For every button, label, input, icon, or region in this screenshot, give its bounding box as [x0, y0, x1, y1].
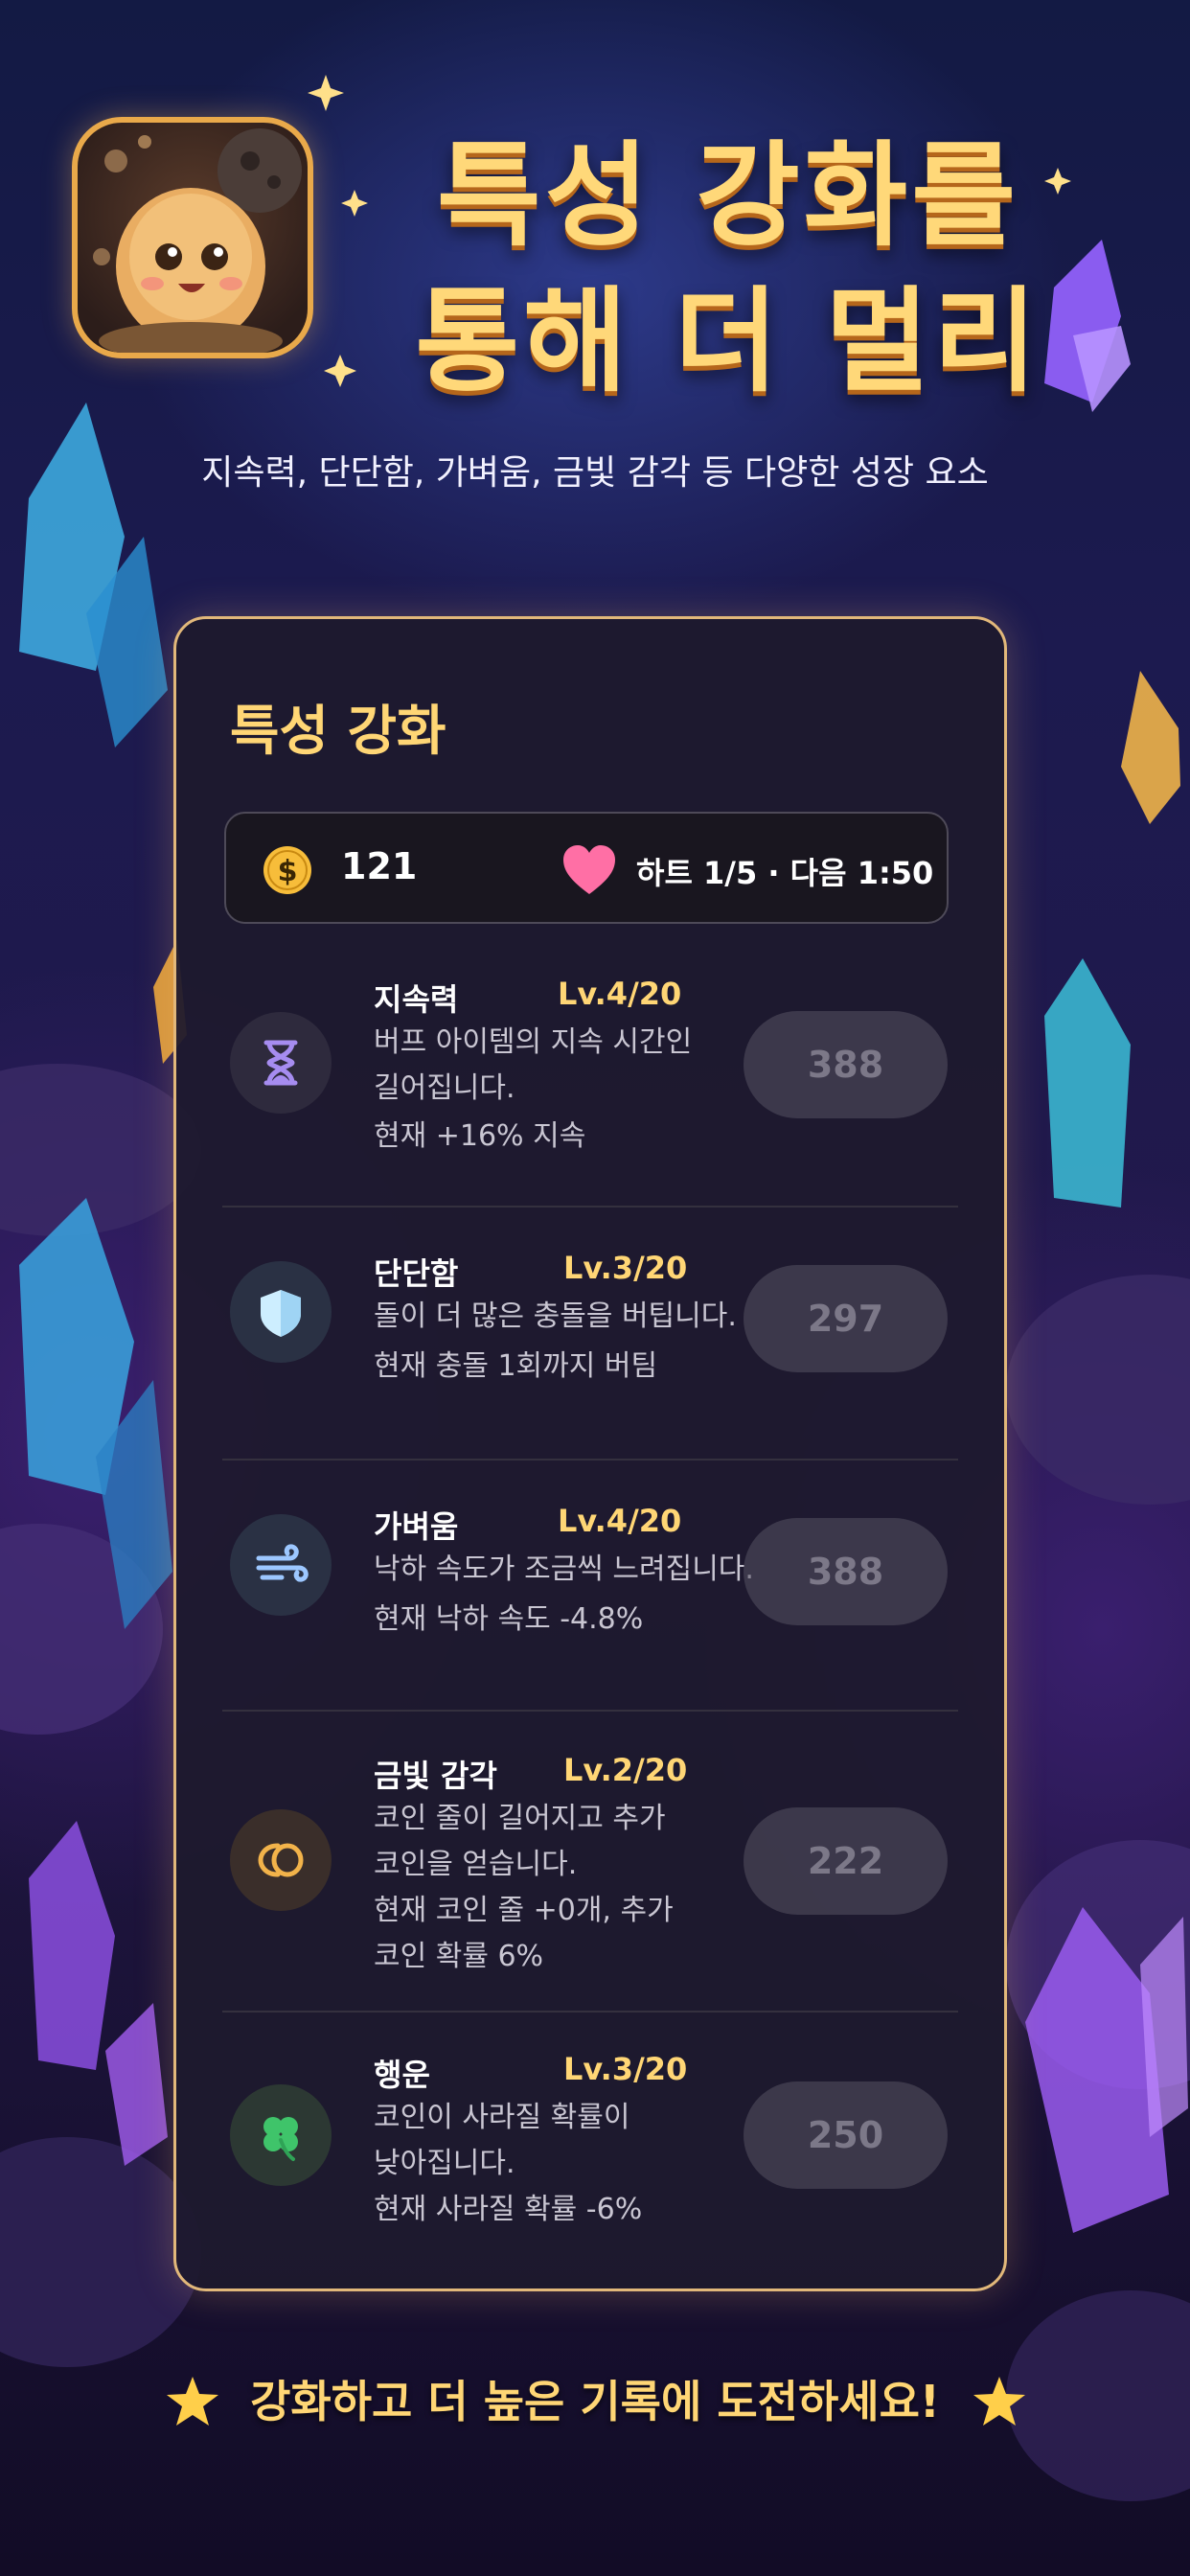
upgrade-name: 가벼움 [374, 1508, 459, 1545]
coin-stack-icon [258, 1843, 304, 1877]
upgrade-icon-badge [230, 2084, 332, 2186]
upgrade-level: Lv.3/20 [563, 2051, 688, 2087]
description-line: 버프 아이템의 지속 시간인 [374, 1025, 693, 1059]
upgrade-description: 버프 아이템의 지속 시간인 길어집니다. [374, 1020, 692, 1112]
heart-icon [563, 845, 615, 894]
description-line: 코인 줄이 길어지고 추가 [374, 1802, 666, 1835]
description-line: 돌이 더 많은 충돌을 버팁니다. [374, 1300, 737, 1333]
upgrade-name: 금빛 감각 [374, 1758, 497, 1794]
current-effect-line: 현재 코인 줄 +0개, 추가 [374, 1894, 674, 1927]
description-line: 길어집니다. [374, 1071, 515, 1105]
upgrade-level: Lv.2/20 [563, 1752, 688, 1788]
shield-icon [261, 1290, 301, 1337]
upgrade-cost-button[interactable]: 297 [744, 1265, 948, 1372]
hourglass-icon [263, 1040, 298, 1086]
upgrade-current-effect: 현재 충돌 1회까지 버팀 [374, 1349, 658, 1383]
potato-mascot-icon [93, 128, 302, 353]
upgrade-description: 낙하 속도가 조금씩 느려집니다. [374, 1547, 754, 1593]
current-effect-line: 코인 확률 6% [374, 1940, 544, 1973]
upgrade-current-effect: 현재 +16% 지속 [374, 1119, 586, 1153]
headline-line-2: 통해 더 멀리 [415, 275, 1041, 407]
currency-status-bar: $ 121 하트 1/5 · 다음 1:50 [224, 812, 949, 924]
upgrade-row-lightness: 가벼움 Lv.4/20 낙하 속도가 조금씩 느려집니다. 현재 낙하 속도 -… [176, 1460, 1010, 1710]
description-line: 코인이 사라질 확률이 [374, 2101, 630, 2134]
clover-icon [263, 2117, 298, 2161]
upgrade-icon-badge [230, 1514, 332, 1616]
promo-headline: 특성 강화를 통해 더 멀리 [364, 123, 1092, 414]
star-icon [973, 2377, 1025, 2426]
upgrade-name: 행운 [374, 2057, 430, 2093]
upgrade-level: Lv.4/20 [558, 976, 682, 1012]
svg-text:$: $ [278, 855, 298, 888]
upgrade-panel: 특성 강화 $ 121 하트 1/5 · 다음 1:50 지속력 Lv.4/20… [173, 616, 1007, 2291]
upgrade-current-effect: 현재 사라질 확률 -6% [374, 2193, 643, 2226]
upgrade-cost-button[interactable]: 222 [744, 1807, 948, 1915]
upgrade-cost-button[interactable]: 388 [744, 1518, 948, 1625]
upgrade-name: 단단함 [374, 1255, 459, 1292]
upgrade-cost-button[interactable]: 250 [744, 2082, 948, 2189]
heart-status: 하트 1/5 · 다음 1:50 [636, 855, 934, 891]
upgrade-current-effect: 현재 낙하 속도 -4.8% [374, 1602, 644, 1636]
panel-title: 특성 강화 [230, 701, 446, 763]
upgrade-description: 돌이 더 많은 충돌을 버팁니다. [374, 1294, 737, 1340]
upgrade-row-endurance: 지속력 Lv.4/20 버프 아이템의 지속 시간인 길어집니다. 현재 +16… [176, 926, 1010, 1179]
upgrade-name: 지속력 [374, 981, 459, 1018]
upgrade-description: 코인이 사라질 확률이 낮아집니다. [374, 2095, 629, 2187]
upgrade-icon-badge [230, 1809, 332, 1911]
dollar-coin-icon: $ [263, 846, 311, 894]
wind-icon [256, 1544, 309, 1582]
upgrade-icon-badge [230, 1261, 332, 1363]
upgrade-level: Lv.4/20 [558, 1503, 682, 1539]
coin-count: 121 [341, 845, 418, 887]
app-icon [72, 117, 313, 358]
description-line: 낮아집니다. [374, 2147, 515, 2180]
headline-line-1: 특성 강화를 [437, 129, 1019, 262]
promo-subtitle: 지속력, 단단함, 가벼움, 금빛 감각 등 다양한 성장 요소 [201, 453, 989, 493]
upgrade-icon-badge [230, 1012, 332, 1114]
upgrade-level: Lv.3/20 [563, 1250, 688, 1286]
upgrade-row-golden-sense: 금빛 감각 Lv.2/20 코인 줄이 길어지고 추가 코인을 얻습니다. 현재… [176, 1712, 1010, 2011]
upgrade-cost-button[interactable]: 388 [744, 1011, 948, 1118]
upgrade-row-toughness: 단단함 Lv.3/20 돌이 더 많은 충돌을 버팁니다. 현재 충돌 1회까지… [176, 1208, 1010, 1459]
upgrade-row-luck: 행운 Lv.3/20 코인이 사라질 확률이 낮아집니다. 현재 사라질 확률 … [176, 2012, 1010, 2271]
upgrade-description: 코인 줄이 길어지고 추가 코인을 얻습니다. 현재 코인 줄 +0개, 추가 … [374, 1796, 674, 1980]
description-line: 코인을 얻습니다. [374, 1848, 578, 1881]
description-line: 낙하 속도가 조금씩 느려집니다. [374, 1552, 754, 1586]
